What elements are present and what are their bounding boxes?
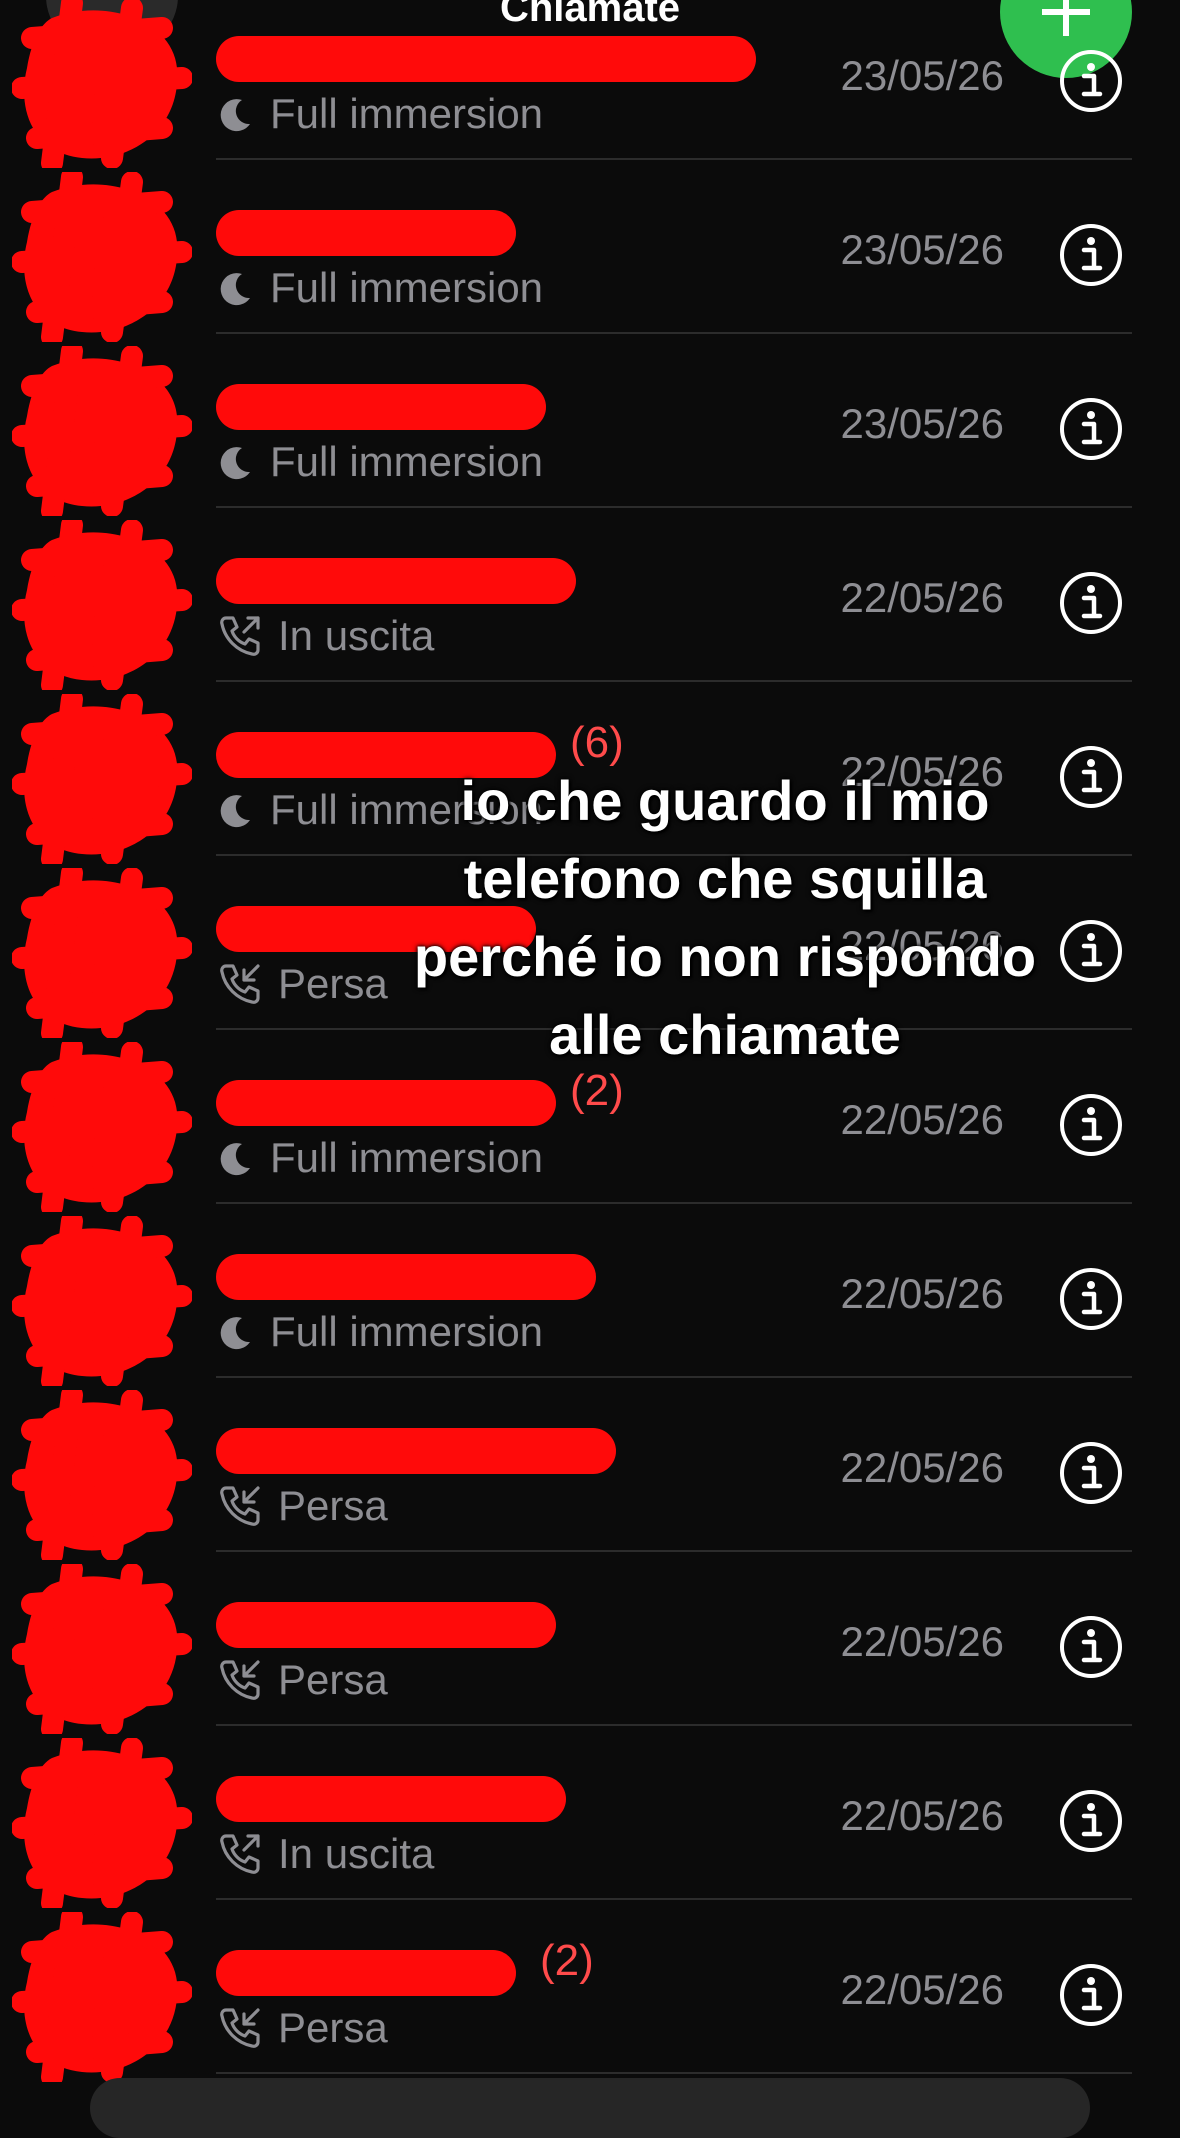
moon-icon xyxy=(216,442,256,482)
moon-icon xyxy=(216,94,256,134)
outgoing-call-icon xyxy=(216,612,264,660)
call-row[interactable]: (2) Full immersion 22/05/26 xyxy=(0,1030,1180,1212)
avatar xyxy=(12,1738,192,1908)
avatar xyxy=(12,172,192,342)
missed-call-icon xyxy=(216,1656,264,1704)
call-status-label: Full immersion xyxy=(270,1308,544,1355)
call-status: Full immersion xyxy=(216,90,543,138)
missed-call-icon xyxy=(216,1482,264,1530)
call-row[interactable]: In uscita 22/05/26 xyxy=(0,1726,1180,1908)
info-icon[interactable] xyxy=(1058,1614,1124,1680)
info-icon[interactable] xyxy=(1058,744,1124,810)
info-icon[interactable] xyxy=(1058,1962,1124,2028)
tab-bar[interactable] xyxy=(90,2078,1090,2138)
outgoing-call-icon xyxy=(216,1830,264,1878)
info-icon[interactable] xyxy=(1058,48,1124,114)
call-row[interactable]: Full immersion 23/05/26 xyxy=(0,0,1180,168)
call-date: 22/05/26 xyxy=(840,1792,1005,1839)
call-count: (6) xyxy=(570,718,624,767)
call-date: 22/05/26 xyxy=(840,1966,1005,2013)
call-status-label: Full immersion xyxy=(270,90,544,137)
call-status-label: Persa xyxy=(278,960,388,1007)
info-icon[interactable] xyxy=(1058,1266,1124,1332)
info-icon[interactable] xyxy=(1058,918,1124,984)
moon-icon xyxy=(216,1312,256,1352)
info-icon[interactable] xyxy=(1058,570,1124,636)
call-date: 22/05/26 xyxy=(840,1444,1005,1491)
call-status: Persa xyxy=(216,1656,388,1704)
call-status-label: In uscita xyxy=(278,1830,435,1877)
info-icon[interactable] xyxy=(1058,1788,1124,1854)
call-row[interactable]: Persa 22/05/26 xyxy=(0,856,1180,1038)
call-status: Full immersion xyxy=(216,786,543,834)
avatar xyxy=(12,0,192,168)
call-status: Full immersion xyxy=(216,438,543,486)
avatar xyxy=(12,346,192,516)
call-row[interactable]: (2) Persa 22/05/26 xyxy=(0,1900,1180,2082)
call-status-label: Full immersion xyxy=(270,1134,544,1181)
call-row[interactable]: Persa 22/05/26 xyxy=(0,1378,1180,1560)
info-icon[interactable] xyxy=(1058,396,1124,462)
call-date: 23/05/26 xyxy=(840,226,1005,273)
call-row[interactable]: Full immersion 22/05/26 xyxy=(0,1204,1180,1386)
call-status: In uscita xyxy=(216,612,434,660)
moon-icon xyxy=(216,790,256,830)
call-date: 22/05/26 xyxy=(840,922,1005,969)
row-divider xyxy=(216,2072,1132,2074)
moon-icon xyxy=(216,268,256,308)
avatar xyxy=(12,1042,192,1212)
missed-call-icon xyxy=(216,960,264,1008)
call-count: (2) xyxy=(570,1066,624,1115)
call-date: 23/05/26 xyxy=(840,52,1005,99)
avatar xyxy=(12,1216,192,1386)
avatar xyxy=(12,868,192,1038)
call-status-label: Full immersion xyxy=(270,786,544,833)
call-row[interactable]: Full immersion 23/05/26 xyxy=(0,160,1180,342)
call-status-label: Full immersion xyxy=(270,264,544,311)
call-row[interactable]: Persa 22/05/26 xyxy=(0,1552,1180,1734)
call-count: (2) xyxy=(540,1936,594,1985)
call-status: Persa xyxy=(216,960,388,1008)
info-icon[interactable] xyxy=(1058,222,1124,288)
call-row[interactable]: (6) Full immersion 22/05/26 xyxy=(0,682,1180,864)
call-row[interactable]: Full immersion 23/05/26 xyxy=(0,334,1180,516)
avatar xyxy=(12,694,192,864)
info-icon[interactable] xyxy=(1058,1092,1124,1158)
call-status-label: Full immersion xyxy=(270,438,544,485)
info-icon[interactable] xyxy=(1058,1440,1124,1506)
call-status-label: Persa xyxy=(278,2004,388,2051)
moon-icon xyxy=(216,1138,256,1178)
call-status-label: In uscita xyxy=(278,612,435,659)
call-status: Persa xyxy=(216,2004,388,2052)
call-status: Full immersion xyxy=(216,264,543,312)
avatar xyxy=(12,1564,192,1734)
call-date: 22/05/26 xyxy=(840,1270,1005,1317)
call-date: 22/05/26 xyxy=(840,1096,1005,1143)
call-status: Full immersion xyxy=(216,1134,543,1182)
avatar xyxy=(12,1912,192,2082)
call-status-label: Persa xyxy=(278,1482,388,1529)
avatar xyxy=(12,520,192,690)
call-status-label: Persa xyxy=(278,1656,388,1703)
call-row[interactable]: In uscita 22/05/26 xyxy=(0,508,1180,690)
call-date: 22/05/26 xyxy=(840,574,1005,621)
missed-call-icon xyxy=(216,2004,264,2052)
call-date: 22/05/26 xyxy=(840,748,1005,795)
call-status: Persa xyxy=(216,1482,388,1530)
call-date: 23/05/26 xyxy=(840,400,1005,447)
call-status: In uscita xyxy=(216,1830,434,1878)
call-date: 22/05/26 xyxy=(840,1618,1005,1665)
call-status: Full immersion xyxy=(216,1308,543,1356)
avatar xyxy=(12,1390,192,1560)
